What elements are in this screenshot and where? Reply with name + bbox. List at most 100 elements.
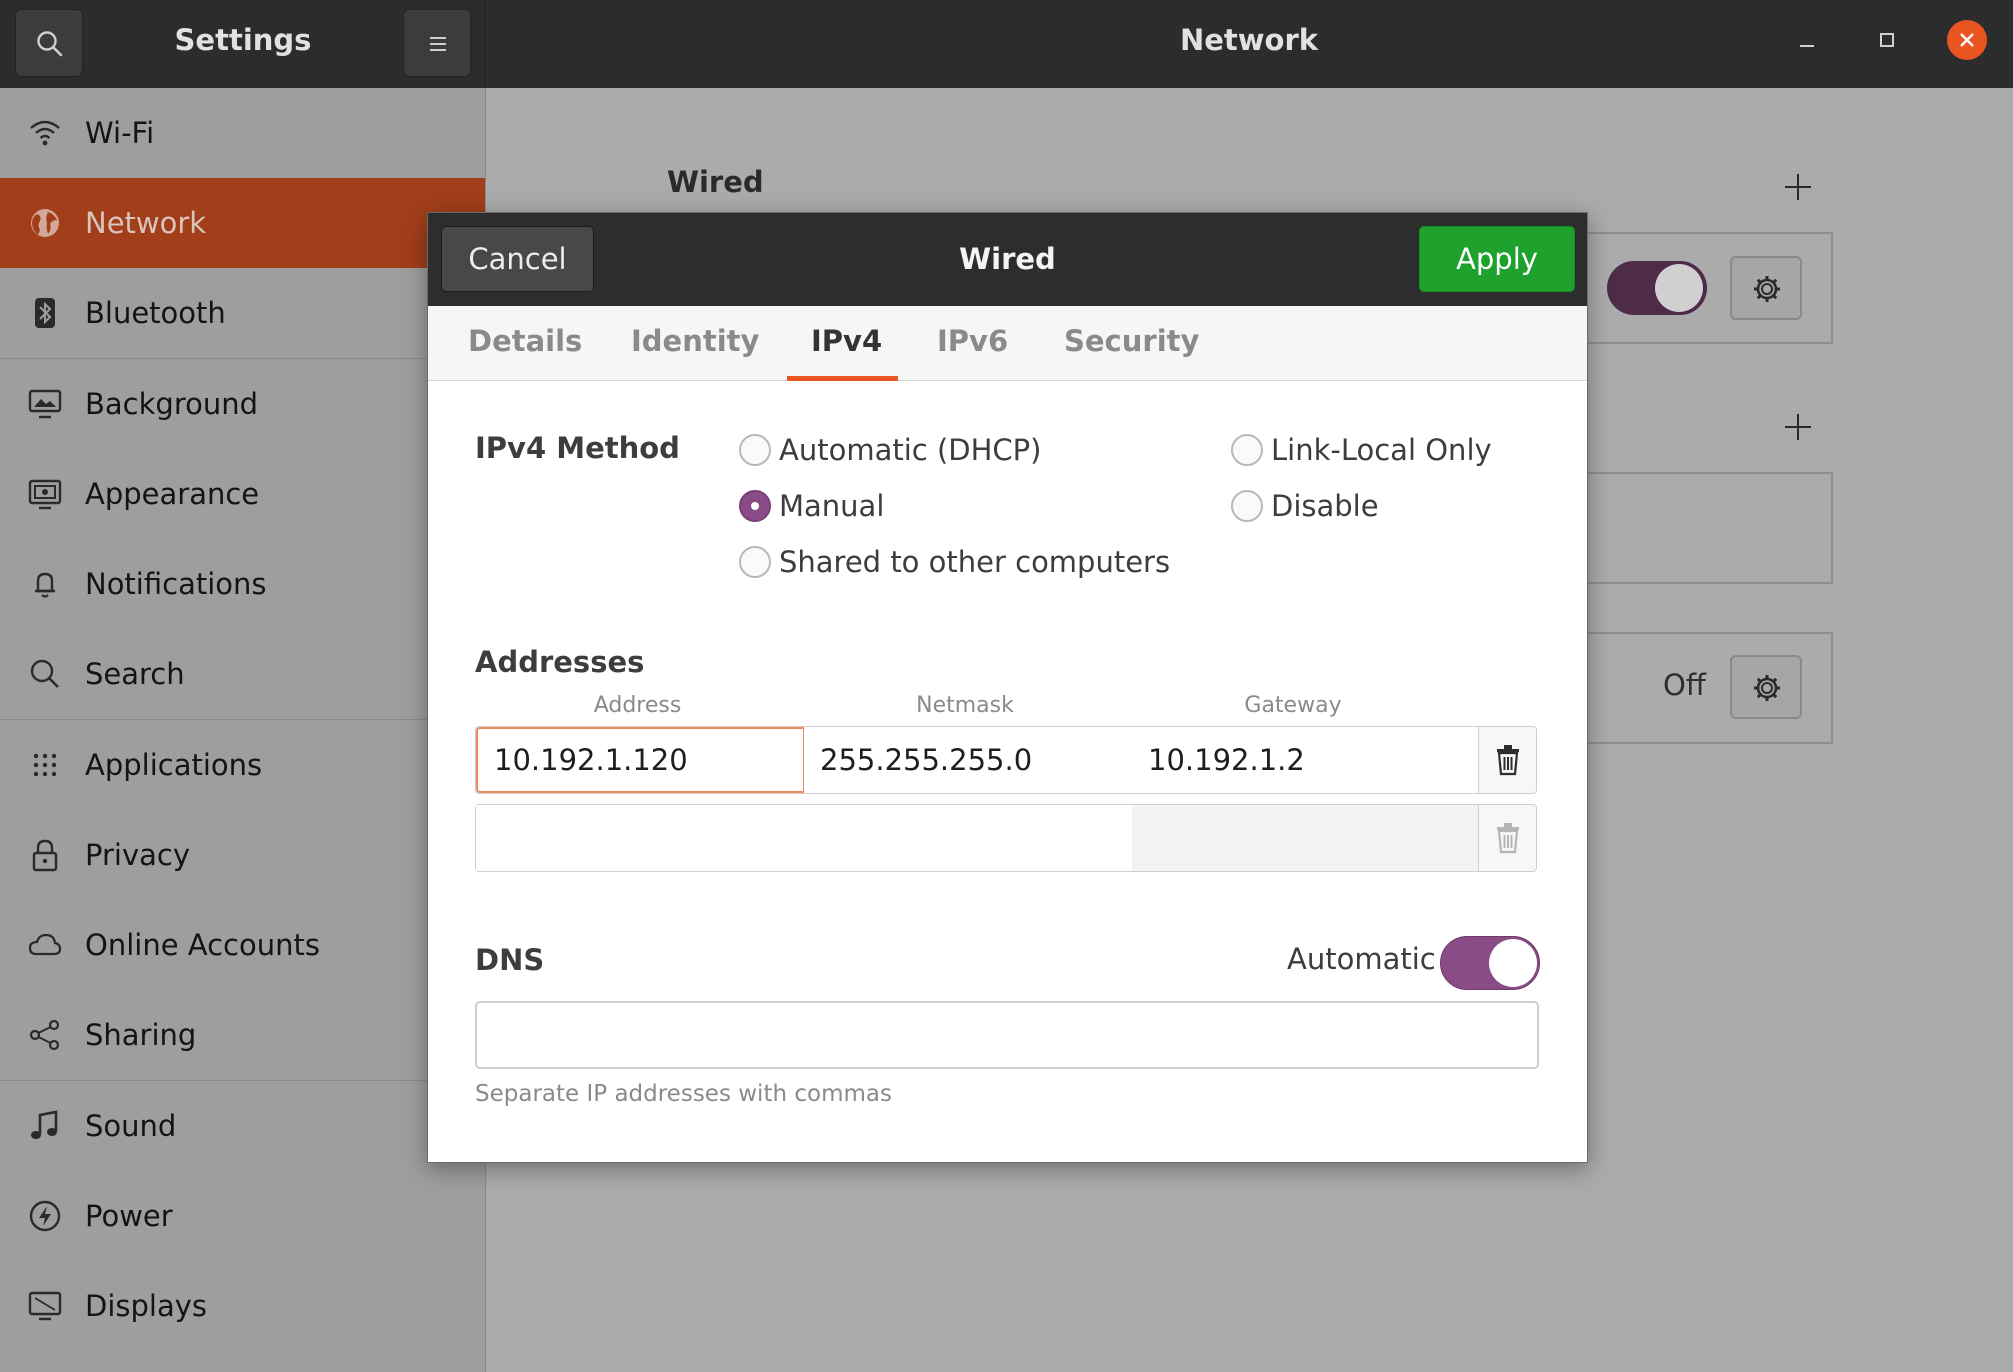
gateway-cell [1132,727,1479,793]
column-header-address: Address [593,693,682,718]
dialog-header: Cancel Wired Apply [428,213,1587,306]
trash-icon [1497,823,1519,854]
gateway-input[interactable] [1132,727,1478,793]
sidebar-item-notifications[interactable]: Notifications [0,539,485,629]
radio-indicator [1231,490,1263,522]
proxy-settings-button[interactable] [1730,655,1802,719]
radio-indicator [739,546,771,578]
sidebar-item-power[interactable]: Power [0,1171,485,1261]
sidebar-item-sharing[interactable]: Sharing [0,990,485,1080]
radio-indicator [1231,434,1263,466]
add-wired-plus-icon[interactable] [1781,170,1815,204]
column-header-gateway: Gateway [1244,693,1342,718]
appearance-icon [28,479,62,510]
netmask-cell [804,805,1133,871]
proxy-status: Off [1663,668,1706,702]
dns-hint: Separate IP addresses with commas [475,1081,892,1107]
dns-input[interactable] [475,1001,1539,1069]
globe-icon [31,209,59,237]
close-icon [1960,33,1974,47]
minimize-button[interactable] [1787,20,1827,60]
vpn-card [1585,472,1833,584]
address-row [475,804,1537,872]
wifi-icon [30,120,60,146]
sidebar-item-label: Wi-Fi [85,116,155,150]
sidebar-item-label: Bluetooth [85,296,226,330]
sidebar: Wi-Fi Network Bluetooth Background Appea… [0,88,486,1372]
apply-button[interactable]: Apply [1419,226,1575,292]
maximize-icon [1880,33,1894,47]
music-note-icon [31,1110,58,1139]
settings-title: Settings [174,23,312,57]
tab-identity[interactable]: Identity [631,306,759,381]
dialog-tabs: Details Identity IPv4 IPv6 Security [428,306,1587,381]
sidebar-item-wifi[interactable]: Wi-Fi [0,88,485,178]
sidebar-item-label: Search [85,657,185,691]
wired-toggle[interactable] [1607,261,1707,315]
addresses-label: Addresses [475,645,645,679]
delete-address-button[interactable] [1478,727,1536,793]
tab-ipv6[interactable]: IPv6 [937,306,1008,381]
sidebar-item-displays[interactable]: Displays [0,1261,485,1351]
netmask-input[interactable] [804,805,1132,871]
sidebar-item-label: Privacy [85,838,190,872]
tab-ipv4[interactable]: IPv4 [811,306,882,381]
header-bar: Settings Network [0,0,2013,88]
maximize-button[interactable] [1867,20,1907,60]
search-icon [30,659,59,688]
sidebar-item-privacy[interactable]: Privacy [0,810,485,900]
share-icon [29,1019,60,1051]
trash-icon [1497,745,1519,776]
tab-details[interactable]: Details [468,306,582,381]
delete-address-button[interactable] [1478,805,1536,871]
gear-icon [1754,675,1780,701]
address-input[interactable] [478,729,803,791]
panel-title: Network [1179,23,1319,57]
column-header-netmask: Netmask [916,693,1014,718]
dns-label: DNS [475,943,545,977]
sidebar-item-search[interactable]: Search [0,629,485,719]
wired-settings-button[interactable] [1730,256,1802,320]
sidebar-item-applications[interactable]: Applications [0,720,485,810]
dialog-title: Wired [959,242,1056,276]
sidebar-item-bluetooth[interactable]: Bluetooth [0,268,485,358]
monitor-icon [28,389,62,419]
sidebar-item-label: Displays [85,1289,208,1323]
address-input[interactable] [476,805,804,871]
sidebar-item-label: Notifications [85,567,267,601]
ipv4-method-label: IPv4 Method [475,431,680,465]
sidebar-item-appearance[interactable]: Appearance [0,449,485,539]
add-vpn-plus-icon[interactable] [1781,410,1815,444]
sidebar-item-label: Sound [85,1109,177,1143]
radio-indicator [739,434,771,466]
radio-label: Shared to other computers [779,545,1171,579]
search-icon [37,31,63,57]
sidebar-item-label: Appearance [85,477,260,511]
sidebar-item-label: Background [85,387,259,421]
radio-label: Link-Local Only [1271,433,1492,467]
close-button[interactable] [1947,20,1987,60]
sidebar-item-network[interactable]: Network [0,178,485,268]
sidebar-item-label: Applications [85,748,263,782]
sidebar-item-online-accounts[interactable]: Online Accounts [0,900,485,990]
gateway-cell [1132,805,1479,871]
address-cell [476,805,805,871]
power-icon [29,1200,61,1232]
netmask-input[interactable] [804,727,1132,793]
address-cell [476,727,805,793]
sidebar-item-label: Online Accounts [85,928,320,962]
tab-security[interactable]: Security [1064,306,1199,381]
grid-icon [33,753,57,777]
gateway-input[interactable] [1132,805,1478,871]
sidebar-item-sound[interactable]: Sound [0,1081,485,1171]
search-button[interactable] [15,9,83,77]
radio-label: Automatic (DHCP) [779,433,1042,467]
wired-section-title: Wired [667,165,764,199]
cloud-icon [28,933,62,956]
sidebar-item-background[interactable]: Background [0,359,485,449]
radio-label: Disable [1271,489,1379,523]
menu-button[interactable] [403,9,471,77]
dns-automatic-toggle[interactable] [1440,936,1540,990]
sidebar-item-label: Sharing [85,1018,197,1052]
cancel-button[interactable]: Cancel [441,226,594,292]
